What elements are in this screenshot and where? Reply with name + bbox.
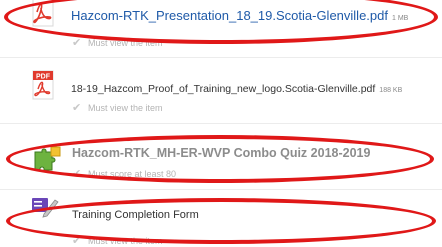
- requirement-text: ✔ Must view the item: [72, 37, 163, 49]
- checkmark-icon: ✔: [72, 168, 82, 180]
- form-pencil-icon: [30, 194, 60, 225]
- file-size: 188 KB: [379, 87, 403, 94]
- file-size: 1 MB: [391, 15, 409, 22]
- requirement-text: ✔ Must view the item: [72, 235, 163, 247]
- svg-text:PDF: PDF: [36, 74, 51, 81]
- requirement-text: ✔ Must score at least 80: [72, 168, 177, 180]
- pdf-icon: [32, 0, 54, 35]
- checkmark-icon: ✔: [72, 102, 82, 114]
- requirement-text: ✔ Must view the item: [72, 102, 163, 114]
- module-item-proof-of-training[interactable]: PDF 18-19_Hazcom_Proof_of_Training_new_l…: [0, 58, 442, 122]
- module-item-presentation[interactable]: Hazcom-RTK_Presentation_18_19.Scotia-Gle…: [0, 0, 442, 56]
- checkmark-icon: ✔: [72, 37, 82, 49]
- item-title-link[interactable]: Training Completion Form: [72, 209, 199, 221]
- item-title-link[interactable]: Hazcom-RTK_MH-ER-WVP Combo Quiz 2018-201…: [72, 146, 370, 160]
- item-title-link[interactable]: Hazcom-RTK_Presentation_18_19.Scotia-Gle…: [71, 8, 408, 23]
- pdf-icon: PDF: [32, 70, 54, 105]
- checkmark-icon: ✔: [72, 235, 82, 247]
- module-item-quiz[interactable]: Hazcom-RTK_MH-ER-WVP Combo Quiz 2018-201…: [0, 124, 442, 188]
- quiz-puzzle-icon: [32, 143, 62, 179]
- item-title-link[interactable]: 18-19_Hazcom_Proof_of_Training_new_logo.…: [71, 83, 402, 95]
- module-item-completion-form[interactable]: Training Completion Form ✔ Must view the …: [0, 190, 442, 247]
